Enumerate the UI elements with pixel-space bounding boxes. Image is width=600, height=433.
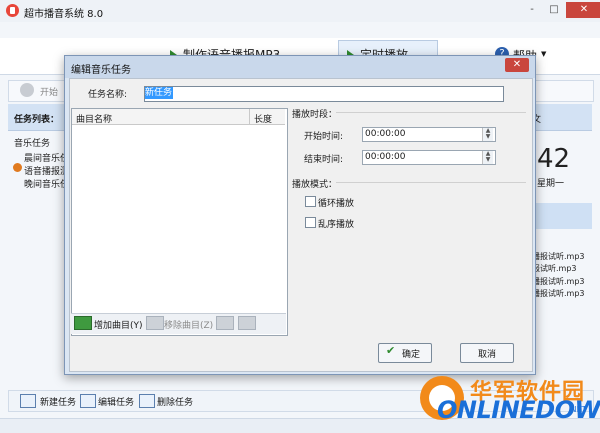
file-item[interactable]: 报试听.mp3 [532,263,577,274]
add-song-icon [74,316,92,330]
remove-song-button[interactable]: 移除曲目(Z) [164,318,213,331]
start-time-label: 开始时间: [304,132,344,142]
new-task-button[interactable]: 新建任务 [40,395,76,408]
move-up-icon[interactable] [216,316,234,330]
play-icon[interactable] [20,83,34,97]
cancel-button-label: 取消 [478,350,497,360]
right-panel-header [527,203,592,229]
window-title: 超市播音系统 8.0 [24,9,104,20]
task-name-input[interactable] [144,86,504,102]
weekday-label: 星期一 [537,179,565,189]
remove-song-icon [146,316,164,330]
tree-item[interactable]: 语音播报测 [24,164,69,177]
file-item[interactable]: 播报试听.mp3 [532,288,585,299]
dialog-titlebar [65,56,535,78]
delete-task-icon [139,394,155,408]
move-down-icon[interactable] [238,316,256,330]
file-item[interactable]: 播报试听.mp3 [532,251,585,262]
play-period-section: 播放时段： [292,110,338,120]
column-divider [249,109,250,124]
edit-task-icon [80,394,96,408]
watermark-suffix: .NET [568,405,587,414]
check-icon: ✔ [386,344,396,357]
song-list[interactable] [71,108,288,336]
dialog-close-button[interactable]: ✕ [505,58,529,72]
shuffle-play-label: 乱序播放 [318,220,355,230]
dialog-title: 编辑音乐任务 [71,65,131,76]
minimize-button[interactable]: - [522,2,542,18]
maximize-button[interactable]: □ [544,2,564,18]
start-button[interactable]: 开始 [40,85,58,98]
task-name-label: 任务名称: [88,90,128,100]
chevron-down-icon: ▼ [541,50,547,58]
new-task-icon [20,394,36,408]
add-song-button[interactable]: 增加曲目(Y) [94,318,143,331]
start-time-input[interactable]: 00:00:00 [362,127,496,142]
delete-task-button[interactable]: 删除任务 [157,395,193,408]
tree-item[interactable]: 晨间音乐任 [24,151,69,164]
loop-play-label: 循环播放 [318,199,355,209]
column-length[interactable]: 长度 [254,112,272,125]
start-time-spinner[interactable]: ▲ ▼ [482,128,493,141]
task-list-title: 任务列表： [14,115,60,125]
loop-play-checkbox[interactable] [305,196,316,207]
ok-button-label: 确定 [402,350,421,360]
tree-group[interactable]: 音乐任务 [14,136,50,149]
play-mode-section: 播放模式： [292,180,338,190]
section-divider [336,182,526,183]
file-item[interactable]: 播报试听.mp3 [532,276,585,287]
end-time-input[interactable]: 00:00:00 [362,150,496,165]
clock-digits: 42 [537,144,571,174]
task-name-value: 新任务 [145,87,173,99]
tree-item[interactable]: 晚间音乐任 [24,177,69,190]
speaker-icon [13,163,22,172]
section-divider [336,112,526,113]
end-time-spinner[interactable]: ▲ ▼ [482,151,493,164]
window-close-button[interactable]: ✕ [566,2,600,18]
end-time-label: 结束时间: [304,155,344,165]
column-song-name[interactable]: 曲目名称 [76,112,112,125]
app-logo-icon [6,4,19,17]
shuffle-play-checkbox[interactable] [305,217,316,228]
edit-task-button[interactable]: 编辑任务 [98,395,134,408]
